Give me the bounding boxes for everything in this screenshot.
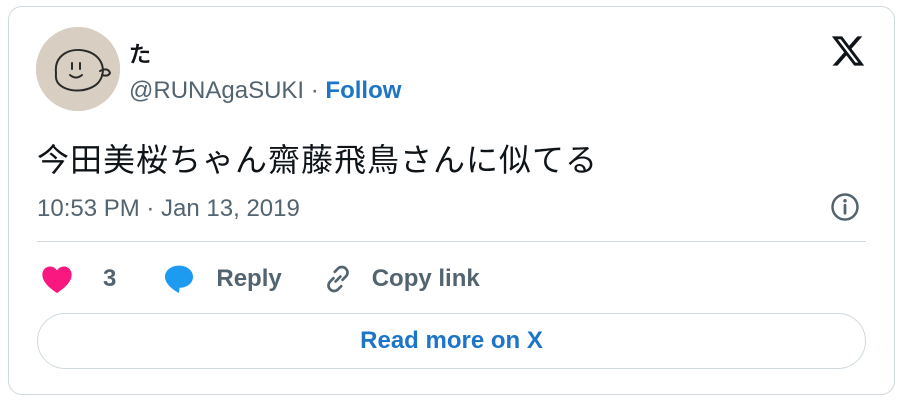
author-handle[interactable]: @RUNAgaSUKI (129, 77, 304, 104)
like-count: 3 (103, 265, 117, 292)
separator-dot: · (310, 77, 319, 104)
x-logo-icon[interactable] (830, 33, 866, 69)
heart-icon (42, 266, 72, 294)
embedded-tweet-card: た @RUNAgaSUKI · Follow 今田美桜ちゃん齋藤飛鳥さんに似てる… (8, 6, 895, 395)
info-icon[interactable] (830, 192, 860, 222)
author-display-name[interactable]: た (129, 37, 151, 69)
speech-bubble-icon (165, 265, 194, 293)
reply-label: Reply (216, 265, 282, 292)
tweet-actions: 3 Reply Copy link (41, 261, 480, 297)
copy-link-label: Copy link (371, 265, 480, 292)
read-more-button[interactable]: Read more on X (37, 313, 866, 369)
divider (37, 241, 866, 242)
link-icon (326, 265, 349, 293)
avatar[interactable] (36, 27, 120, 111)
follow-button[interactable]: Follow (325, 77, 401, 104)
reply-action[interactable]: Reply (162, 263, 321, 295)
copy-link-action[interactable]: Copy link (322, 263, 480, 295)
author-handle-row: @RUNAgaSUKI · Follow (129, 77, 401, 105)
like-action[interactable]: 3 (41, 264, 162, 294)
avatar-doodle-icon (36, 27, 120, 111)
tweet-text: 今田美桜ちゃん齋藤飛鳥さんに似てる (37, 141, 599, 179)
tweet-timestamp[interactable]: 10:53 PM · Jan 13, 2019 (37, 195, 300, 223)
